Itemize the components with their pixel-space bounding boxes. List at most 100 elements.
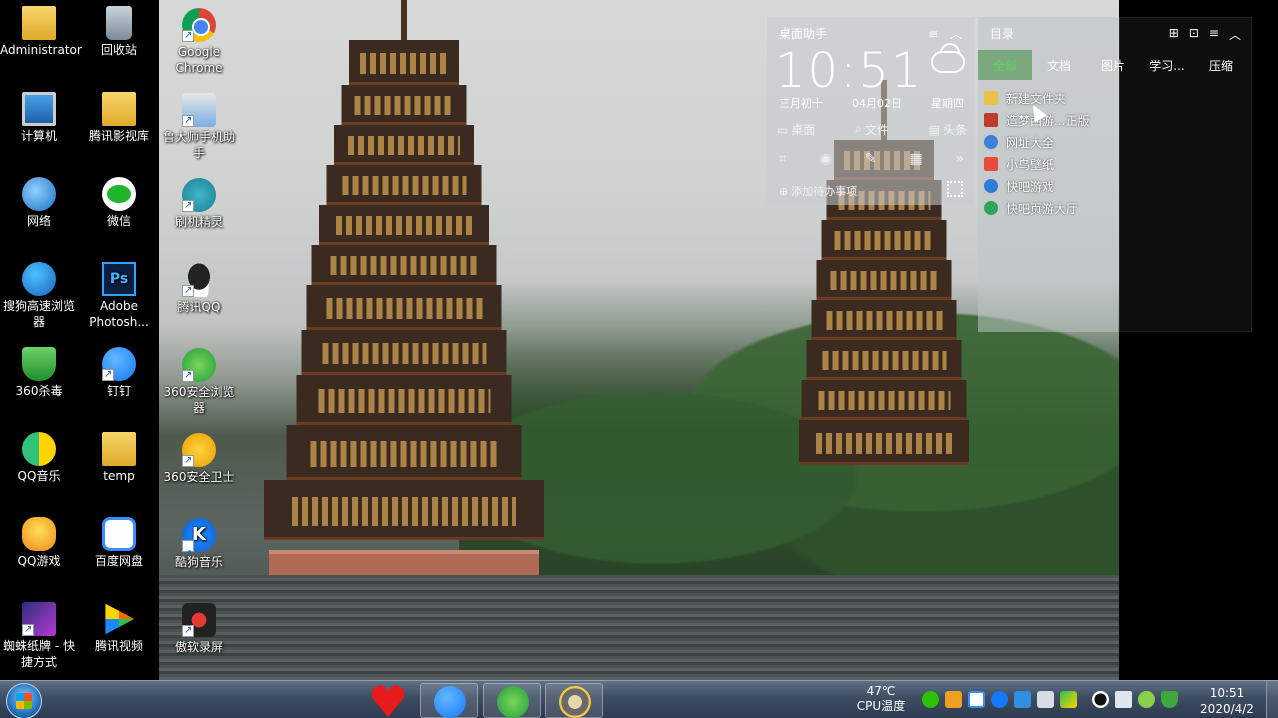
catalog-item-kuaiba-games[interactable]: 快吧游戏 <box>984 175 1118 197</box>
security-shield-tray-icon[interactable] <box>1161 691 1178 708</box>
menu-icon[interactable]: ≡ <box>1209 26 1219 43</box>
desktop-shortcut-button[interactable]: ▭ 桌面 <box>777 121 815 138</box>
desktop: Administrator 计算机 网络 搜狗高速浏览器 360杀毒 QQ音乐 … <box>0 0 1278 718</box>
taskbar-date: 2020/4/2 <box>1200 702 1254 716</box>
headlines-button[interactable]: ▤ 头条 <box>929 121 967 138</box>
tencent-video-icon <box>105 603 135 635</box>
desktop-icon-kugou[interactable]: K 酷狗音乐 <box>160 518 238 572</box>
catalog-list: 新建文件夹 造梦西游...正版 网址大全 小鸟壁纸 快吧游戏 快吧页游大厅 <box>984 87 1118 219</box>
desktop-icon-photoshop[interactable]: Ps Adobe Photosh... <box>80 262 158 330</box>
news-icon: ▤ <box>928 122 940 137</box>
taskbar-app-heart[interactable] <box>359 683 417 718</box>
cpu-temperature[interactable]: 47℃ CPU温度 <box>850 684 912 714</box>
catalog-item-bird-wallpaper[interactable]: 小鸟壁纸 <box>984 153 1118 175</box>
tab-documents[interactable]: 文档 <box>1032 50 1086 80</box>
dingtalk-tray-icon[interactable] <box>991 691 1008 708</box>
system-tray <box>922 691 1077 708</box>
desktop-icon-chrome[interactable]: Google Chrome <box>160 8 238 76</box>
web-shortcut-icon <box>984 201 998 215</box>
assistant-title: 桌面助手 <box>779 27 828 41</box>
taskbar-app-360-browser[interactable] <box>483 683 541 718</box>
catalog-item-url-directory[interactable]: 网址大全 <box>984 131 1118 153</box>
baidu-netdisk-tray-icon[interactable] <box>968 691 985 708</box>
taskbar-clock[interactable]: 10:51 2020/4/2 <box>1196 685 1258 717</box>
tab-study[interactable]: 学习... <box>1140 50 1194 80</box>
web-shortcut-icon <box>984 135 998 149</box>
start-button[interactable] <box>6 683 42 718</box>
desktop-icon-temp[interactable]: temp <box>80 432 158 484</box>
desktop-icon-recycle-bin[interactable]: 回收站 <box>80 6 158 58</box>
desktop-icon-network[interactable]: 网络 <box>0 177 78 229</box>
desktop-icon-360-guard[interactable]: 360安全卫士 <box>160 433 238 485</box>
cloud-weather-icon[interactable] <box>931 51 965 73</box>
desktop-icon-360-antivirus[interactable]: 360杀毒 <box>0 347 78 399</box>
shield-tray-icon[interactable] <box>1014 691 1031 708</box>
catalog-item-new-folder[interactable]: 新建文件夹 <box>984 87 1118 109</box>
qq-game-icon <box>22 517 56 551</box>
desktop-icon-screen-recorder[interactable]: 傲软录屏 <box>160 603 238 655</box>
grid-view-icon[interactable]: ⊞ <box>1169 26 1179 43</box>
desktop-icon-360-browser[interactable]: 360安全浏览器 <box>160 348 238 416</box>
file-search-button[interactable]: ⌕ 文件 <box>855 121 889 138</box>
chevron-up-icon[interactable]: ︿ <box>1229 26 1241 43</box>
volume-icon[interactable] <box>1115 691 1132 708</box>
desktop-icon-sogou-browser[interactable]: 搜狗高速浏览器 <box>0 262 78 330</box>
desktop-icon-tencent-film-library[interactable]: 腾讯影视库 <box>80 92 158 144</box>
menu-icon[interactable]: ≡ <box>928 27 938 41</box>
desktop-icon-computer[interactable]: 计算机 <box>0 92 78 144</box>
bird-icon <box>984 157 998 171</box>
desktop-icon-qq[interactable]: 腾讯QQ <box>160 263 238 315</box>
wechat-tray-icon[interactable] <box>922 691 939 708</box>
monitor-icon: ▭ <box>777 122 789 137</box>
tab-images[interactable]: 图片 <box>1086 50 1140 80</box>
lock-icon[interactable]: ⊡ <box>1189 26 1199 43</box>
tom-cat-icon <box>559 686 591 718</box>
crop-icon[interactable]: ⌗ <box>779 151 787 167</box>
tab-all[interactable]: 全部 <box>978 50 1032 80</box>
kugou-icon: K <box>182 518 216 572</box>
catalog-title: 目录 <box>990 27 1015 41</box>
desktop-icon-administrator[interactable]: Administrator <box>0 6 82 58</box>
dingtalk-icon <box>102 347 136 383</box>
calculator-icon[interactable]: ▦ <box>909 151 922 167</box>
qq-game-tray-icon[interactable] <box>945 691 962 708</box>
desktop-icon-baidu-netdisk[interactable]: 百度网盘 <box>80 517 158 569</box>
desktop-icon-shuaji[interactable]: 刷机精灵 <box>160 178 238 230</box>
desktop-icon-spider-solitaire[interactable]: 蜘蛛纸牌 - 快捷方式 <box>0 602 78 670</box>
360-guard-tray-icon[interactable] <box>1138 691 1155 708</box>
chevron-up-icon[interactable]: ︿ <box>950 27 962 41</box>
qq-tray-icon[interactable] <box>1092 691 1109 708</box>
lunar-date: 三月初十 <box>779 97 823 110</box>
desktop-icon-qq-game[interactable]: QQ游戏 <box>0 517 78 569</box>
double-chevron-right-icon[interactable]: » <box>955 151 964 167</box>
desktop-icon-wechat[interactable]: 微信 <box>80 177 158 229</box>
show-desktop-button[interactable] <box>1266 681 1278 718</box>
desktop-icon-tencent-video[interactable]: 腾讯视频 <box>80 602 158 654</box>
catalog-item-zaomeng[interactable]: 造梦西游...正版 <box>984 109 1118 131</box>
desktop-icon-ludashi[interactable]: 鲁大师手机助手 <box>160 93 238 161</box>
spider-solitaire-icon <box>22 602 56 638</box>
taskbar-app-tom-cat[interactable] <box>545 683 603 718</box>
taskbar-time: 10:51 <box>1209 686 1245 700</box>
qr-code-icon[interactable] <box>947 181 963 197</box>
tab-archives[interactable]: 压缩 <box>1194 50 1248 80</box>
shuaji-icon <box>182 178 216 214</box>
catalog-item-kuaiba-web-games[interactable]: 快吧页游大厅 <box>984 197 1118 219</box>
clipboard-tray-icon[interactable] <box>1037 691 1054 708</box>
recycle-bin-icon <box>106 6 132 40</box>
taskbar: 47℃ CPU温度 10:51 2020/4/2 <box>0 680 1278 718</box>
system-tray-right <box>1092 691 1178 708</box>
search-icon: ⌕ <box>855 122 862 136</box>
add-todo-button[interactable]: ⊕ 添加待办事项 <box>779 183 857 199</box>
desktop-icon-dingtalk[interactable]: 钉钉 <box>80 347 158 399</box>
edit-icon[interactable]: ✎ <box>865 151 877 167</box>
folder-icon <box>984 91 998 105</box>
360-antivirus-icon <box>22 347 56 381</box>
eye-icon[interactable]: ◉ <box>820 151 832 167</box>
desktop-icon-qq-music[interactable]: QQ音乐 <box>0 432 78 484</box>
user-folder-icon <box>22 6 56 40</box>
chrome-icon <box>182 8 216 44</box>
weekday: 星期四 <box>931 97 964 110</box>
taskbar-app-dingtalk[interactable] <box>420 683 478 718</box>
video-tray-icon[interactable] <box>1060 691 1077 708</box>
